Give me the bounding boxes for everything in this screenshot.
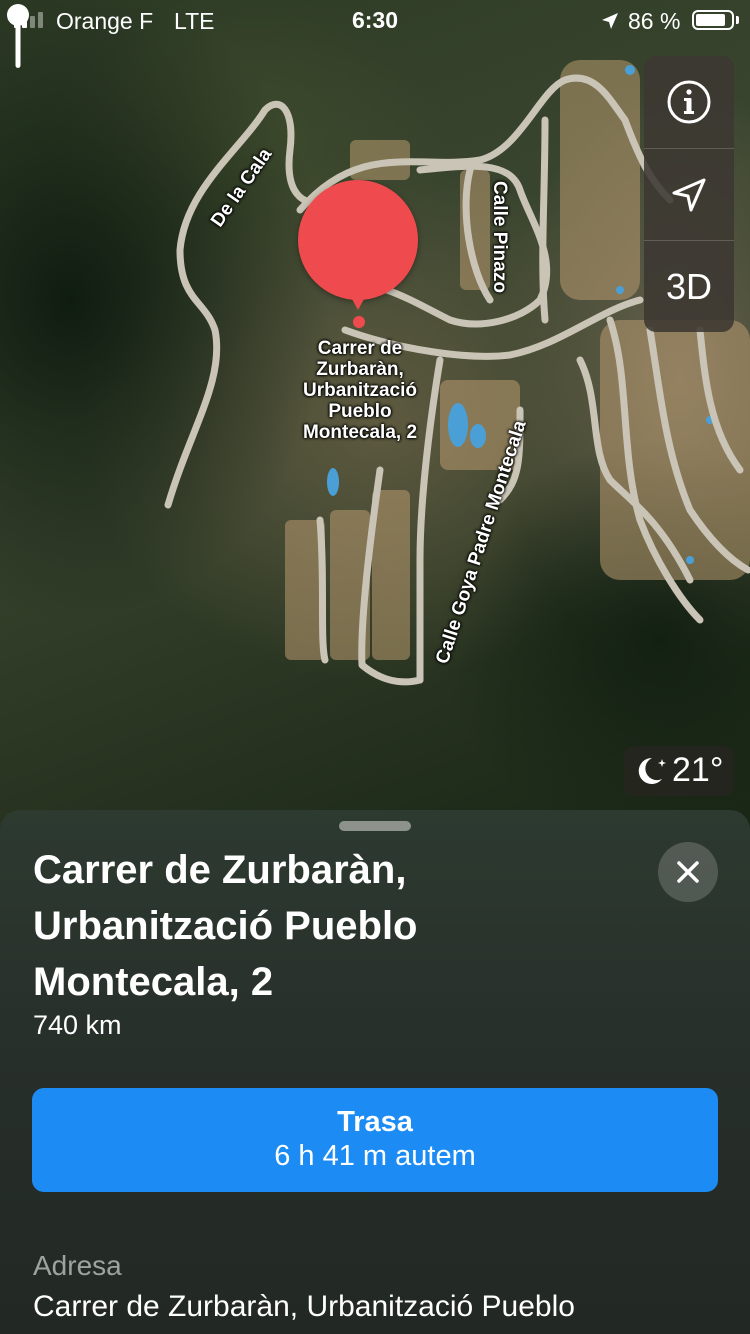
location-arrow-icon (672, 178, 706, 212)
pin-place-label-line: Pueblo (328, 401, 392, 422)
map-controls: 3D (644, 56, 734, 332)
directions-button-label: Trasa (337, 1106, 413, 1138)
battery-nub (736, 16, 739, 24)
battery-percent: 86 % (628, 8, 681, 34)
info-button[interactable] (644, 56, 734, 148)
moon-icon (638, 757, 666, 784)
pin-place-label-line: Carrer de (317, 338, 403, 359)
place-title-line: Carrer de Zurbaràn, (33, 848, 407, 892)
place-title-line: Urbanització Pueblo (33, 904, 418, 948)
pin-place-label-line: Urbanització (302, 380, 418, 401)
close-icon (677, 861, 699, 883)
address-label: Adresa (33, 1250, 122, 1281)
location-services-icon (602, 13, 618, 29)
pin-place-label-line: Montecala, 2 (302, 422, 418, 443)
pin-place-label: Carrer de Zurbaràn, Urbanització Pueblo … (278, 338, 442, 443)
pin-place-label-line: Zurbaràn, (316, 359, 404, 380)
battery-icon (692, 10, 734, 30)
distance: 740 km (33, 1010, 122, 1040)
status-bar: Orange F LTE 6:30 86 % (0, 0, 750, 40)
temperature: 21° (672, 751, 724, 789)
place-title: Carrer de Zurbaràn, Urbanització Pueblo … (33, 842, 633, 1010)
directions-button[interactable]: Trasa 6 h 41 m autem (32, 1088, 718, 1192)
location-pin[interactable] (298, 180, 418, 300)
place-title-line: Montecala, 2 (33, 960, 274, 1004)
weather-badge: 21° (624, 746, 734, 796)
place-card: Carrer de Zurbaràn, Urbanització Pueblo … (0, 810, 750, 1334)
info-icon (667, 80, 711, 124)
directions-button-eta: 6 h 41 m autem (274, 1140, 476, 1172)
battery-fill (696, 14, 726, 26)
road-label-calle-pinazo: Calle Pinazo (489, 181, 510, 293)
location-pin-tip (346, 288, 370, 310)
current-location-button[interactable] (644, 148, 734, 241)
address-value[interactable]: Carrer de Zurbaràn, Urbanització Pueblo (33, 1290, 575, 1324)
location-pin-dot (353, 316, 365, 328)
satellite-map[interactable]: De la Cala Calle Pinazo Calle Goya Padre… (0, 0, 750, 830)
sheet-grabber[interactable] (339, 821, 411, 831)
3d-view-button[interactable]: 3D (644, 240, 734, 332)
close-button[interactable] (658, 842, 718, 902)
